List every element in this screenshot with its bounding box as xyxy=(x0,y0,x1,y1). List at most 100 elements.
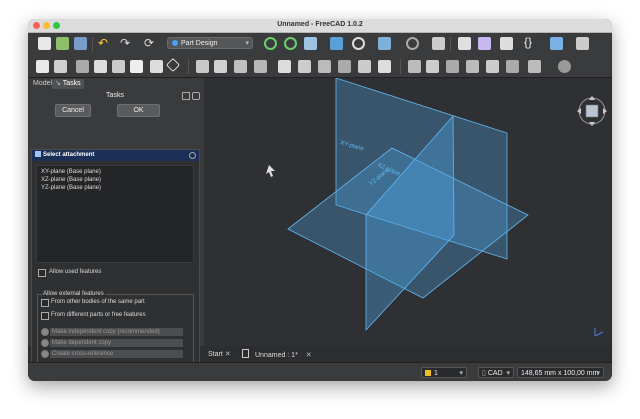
float-panel-icon[interactable] xyxy=(192,92,200,100)
linear-pattern-icon[interactable] xyxy=(506,60,519,73)
macro-icon[interactable]: {} xyxy=(524,36,537,49)
attachment-list[interactable]: XY-plane (Base plane) XZ-plane (Base pla… xyxy=(36,165,194,263)
tab-tasks[interactable]: ↘ Tasks xyxy=(52,79,84,89)
part-design-toolbar xyxy=(28,56,612,78)
fillet-icon[interactable] xyxy=(408,60,421,73)
mouse-cursor-icon xyxy=(266,165,275,177)
subtractive-pipe-icon[interactable] xyxy=(358,60,371,73)
chevron-down-icon: ▾ xyxy=(245,40,249,47)
combo-view: Model ↘ Tasks Tasks Cancel OK Select att… xyxy=(28,78,204,366)
revolution-icon[interactable] xyxy=(214,60,227,73)
attachment-icon xyxy=(35,151,41,157)
open-document-icon[interactable] xyxy=(56,37,69,50)
dimension-display[interactable]: 148,65 mm x 100,00 mm ▾ xyxy=(517,367,604,378)
std-views-icon[interactable] xyxy=(378,37,391,50)
close-tab-icon[interactable]: ✕ xyxy=(306,352,312,359)
close-tab-icon[interactable]: ✕ xyxy=(225,351,231,358)
navigation-style-label: CAD xyxy=(487,370,503,377)
different-parts-label: From different parts or free features xyxy=(51,312,146,318)
title-bar: Unnamed - FreeCAD 1.0.2 xyxy=(28,19,612,33)
subtractive-primitive-icon[interactable] xyxy=(378,60,391,73)
page-selector[interactable]: 1 ▾ xyxy=(421,367,467,378)
pocket-icon[interactable] xyxy=(278,60,291,73)
groove-icon[interactable] xyxy=(318,60,331,73)
page-icon xyxy=(425,370,431,376)
fit-all-icon[interactable] xyxy=(264,37,277,50)
tab-tasks-label: Tasks xyxy=(62,80,81,87)
external-features-group: Allow external features From other bodie… xyxy=(37,291,194,364)
dependent-copy-radio[interactable] xyxy=(41,339,49,347)
create-sketch-icon[interactable] xyxy=(54,60,67,73)
attachment-panel-header[interactable]: Select attachment xyxy=(32,150,199,161)
refresh-icon[interactable]: ⟳ xyxy=(144,37,157,50)
tab-unnamed[interactable]: Unnamed : 1* ✕ xyxy=(242,349,312,360)
mouse-icon: ▯ xyxy=(482,370,486,377)
attachment-title: Select attachment xyxy=(43,152,95,158)
measure-icon[interactable] xyxy=(406,37,419,50)
list-item[interactable]: XZ-plane (Base plane) xyxy=(41,177,101,183)
chevron-down-icon: ▾ xyxy=(459,370,463,377)
same-part-label: From other bodies of the same part xyxy=(51,299,145,305)
workbench-selector[interactable]: Part Design ▾ xyxy=(167,37,253,49)
independent-copy-option[interactable]: Make independent copy (recommended) xyxy=(50,328,183,336)
draft-icon[interactable] xyxy=(446,60,459,73)
document-tabs: Start ✕ Unnamed : 1* ✕ xyxy=(205,347,612,361)
mirrored-icon[interactable] xyxy=(486,60,499,73)
cross-reference-option[interactable]: Create cross-reference xyxy=(50,350,183,358)
undo-icon[interactable]: ↶ xyxy=(98,37,111,50)
external-features-title: Allow external features xyxy=(42,291,105,297)
fit-selection-icon[interactable] xyxy=(284,37,297,50)
datum-point-icon[interactable] xyxy=(94,60,107,73)
cancel-button[interactable]: Cancel xyxy=(55,104,91,117)
new-document-icon[interactable] xyxy=(38,37,51,50)
dimension-label: 148,65 mm x 100,00 mm xyxy=(521,370,599,377)
3d-viewport[interactable]: XY-plane XZ-plane YZ-plane xyxy=(205,77,612,346)
create-body-icon[interactable] xyxy=(36,60,49,73)
datum-line-icon[interactable] xyxy=(112,60,125,73)
ok-button[interactable]: OK xyxy=(117,104,160,117)
save-document-icon[interactable] xyxy=(74,37,87,50)
list-item[interactable]: XY-plane (Base plane) xyxy=(41,169,101,175)
sketch-tool-icon[interactable] xyxy=(432,37,445,50)
axis-cross-icon xyxy=(594,328,604,337)
document-icon xyxy=(242,349,249,358)
subtractive-loft-icon[interactable] xyxy=(338,60,351,73)
list-item[interactable]: YZ-plane (Base plane) xyxy=(41,185,101,191)
shape-binder-icon[interactable] xyxy=(165,57,181,73)
boolean-icon[interactable] xyxy=(558,60,571,73)
different-parts-checkbox[interactable] xyxy=(41,312,49,320)
navigation-cube[interactable] xyxy=(577,96,607,126)
whats-this-icon[interactable] xyxy=(550,37,563,50)
dependent-copy-option[interactable]: Make dependent copy xyxy=(50,339,183,347)
collapse-section-icon[interactable] xyxy=(189,152,196,159)
same-part-checkbox[interactable] xyxy=(41,299,49,307)
link-icon[interactable] xyxy=(500,37,513,50)
tab-start[interactable]: Start ✕ xyxy=(208,349,231,360)
allow-used-features-checkbox[interactable] xyxy=(38,269,46,277)
multi-transform-icon[interactable] xyxy=(528,60,541,73)
collapse-panels-icon[interactable] xyxy=(182,92,190,100)
independent-copy-radio[interactable] xyxy=(41,328,49,336)
draw-style-icon[interactable] xyxy=(352,37,365,50)
cross-reference-radio[interactable] xyxy=(41,350,49,358)
datum-plane-icon[interactable] xyxy=(130,60,143,73)
tasks-title: Tasks xyxy=(106,92,124,99)
chamfer-icon[interactable] xyxy=(426,60,439,73)
thickness-icon[interactable] xyxy=(466,60,479,73)
pipe-icon[interactable] xyxy=(254,60,267,73)
part-design-icon xyxy=(172,40,178,46)
loft-icon[interactable] xyxy=(234,60,247,73)
redo-icon[interactable]: ↷ xyxy=(120,37,133,50)
bounding-box-icon[interactable] xyxy=(330,37,343,50)
addon-manager-icon[interactable] xyxy=(576,37,589,50)
combo-tabs: Model ↘ Tasks xyxy=(28,78,204,90)
navigation-style-selector[interactable]: ▯ CAD ▾ xyxy=(478,367,514,378)
create-part-icon[interactable] xyxy=(458,37,471,50)
hole-icon[interactable] xyxy=(298,60,311,73)
freecad-window: Unnamed - FreeCAD 1.0.2 ↶ ↷ ⟳ Part Desig… xyxy=(28,19,612,381)
create-group-icon[interactable] xyxy=(478,37,491,50)
view-cube-icon[interactable] xyxy=(304,37,317,50)
pad-icon[interactable] xyxy=(196,60,209,73)
local-cs-icon[interactable] xyxy=(150,60,163,73)
validate-sketch-icon[interactable] xyxy=(76,60,89,73)
